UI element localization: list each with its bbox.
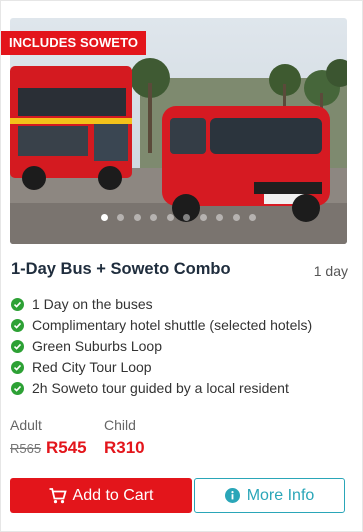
adult-price-label: Adult (10, 417, 42, 433)
carousel-dot[interactable] (166, 214, 174, 221)
carousel-dot[interactable] (183, 214, 191, 221)
product-title[interactable]: 1-Day Bus + Soweto Combo (11, 260, 231, 279)
child-price: R310 (104, 438, 145, 457)
carousel-dot-active[interactable] (100, 214, 108, 221)
carousel-dot[interactable] (216, 214, 224, 221)
feature-item: Green Suburbs Loop (11, 336, 312, 357)
more-info-label: More Info (246, 486, 315, 504)
feature-label: 2h Soweto tour guided by a local residen… (32, 380, 289, 396)
feature-item: 1 Day on the buses (11, 294, 312, 315)
product-duration: 1 day (313, 263, 348, 279)
carousel-dot[interactable] (133, 214, 141, 221)
adult-price: R545 (46, 438, 87, 457)
cart-icon (49, 487, 67, 503)
add-to-cart-button[interactable]: Add to Cart (10, 478, 192, 513)
carousel-indicators (10, 208, 347, 226)
check-circle-icon (11, 340, 24, 353)
carousel-dot[interactable] (150, 214, 158, 221)
carousel-dot[interactable] (249, 214, 257, 221)
info-icon (224, 488, 240, 503)
more-info-button[interactable]: More Info (194, 478, 345, 513)
feature-list: 1 Day on the buses Complimentary hotel s… (11, 294, 312, 399)
carousel-dot[interactable] (117, 214, 125, 221)
add-to-cart-label: Add to Cart (72, 486, 154, 504)
feature-label: Red City Tour Loop (32, 359, 152, 375)
carousel-dot[interactable] (232, 214, 240, 221)
product-card: INCLUDES SOWETO 1-Day Bus + Soweto Combo… (0, 0, 363, 532)
child-price-label: Child (104, 417, 136, 433)
adult-old-price: R565 (10, 441, 42, 456)
feature-item: Complimentary hotel shuttle (selected ho… (11, 315, 312, 336)
product-badge: INCLUDES SOWETO (1, 31, 147, 55)
carousel-dot[interactable] (199, 214, 207, 221)
feature-item: 2h Soweto tour guided by a local residen… (11, 378, 312, 399)
feature-label: Green Suburbs Loop (32, 338, 162, 354)
feature-label: Complimentary hotel shuttle (selected ho… (32, 317, 313, 333)
check-circle-icon (11, 298, 24, 311)
check-circle-icon (11, 319, 24, 332)
check-circle-icon (11, 361, 24, 374)
feature-label: 1 Day on the buses (32, 296, 153, 312)
feature-item: Red City Tour Loop (11, 357, 312, 378)
check-circle-icon (11, 382, 24, 395)
